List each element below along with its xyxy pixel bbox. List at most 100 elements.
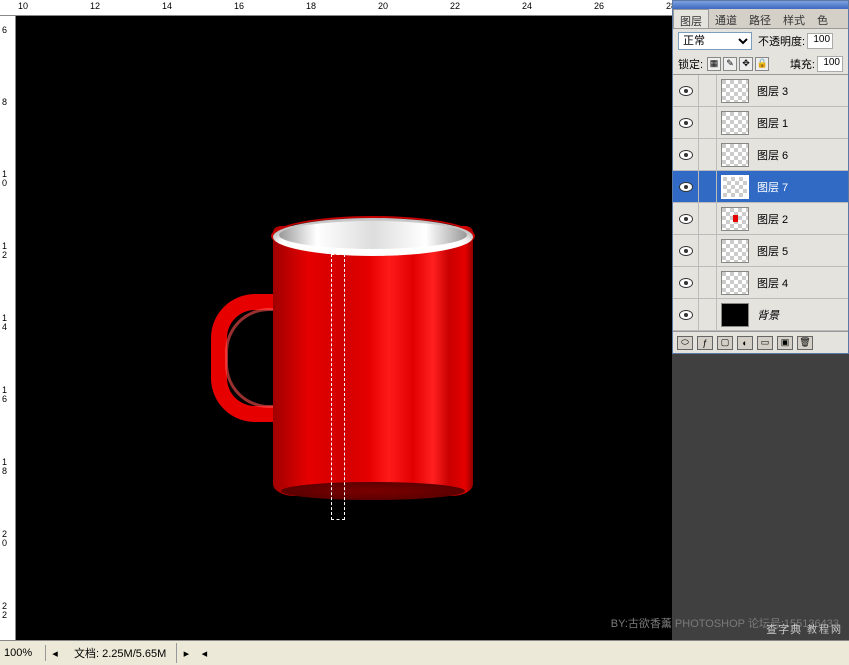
tab-channels[interactable]: 通道 xyxy=(709,9,743,28)
layer-name[interactable]: 图层 2 xyxy=(757,211,788,227)
document-info[interactable]: 文档: 2.25M/5.65M xyxy=(64,643,177,663)
layer-name[interactable]: 图层 7 xyxy=(757,179,788,195)
visibility-toggle[interactable] xyxy=(673,107,699,138)
eye-icon xyxy=(679,278,693,288)
link-column[interactable] xyxy=(699,171,717,202)
layer-row[interactable]: 图层 2 xyxy=(673,203,848,235)
layer-row[interactable]: 图层 5 xyxy=(673,235,848,267)
tab-styles[interactable]: 样式 xyxy=(777,9,811,28)
lock-brush-icon[interactable]: ✎ xyxy=(723,57,737,71)
layer-name[interactable]: 图层 1 xyxy=(757,115,788,131)
marquee-selection[interactable] xyxy=(331,254,345,520)
opacity-value[interactable]: 100 xyxy=(807,33,833,49)
visibility-toggle[interactable] xyxy=(673,171,699,202)
layer-row[interactable]: 图层 3 xyxy=(673,75,848,107)
layer-mask-icon[interactable]: ▢ xyxy=(717,336,733,350)
layer-thumbnail[interactable] xyxy=(721,239,749,263)
layer-thumbnail[interactable] xyxy=(721,175,749,199)
ruler-top-number: 16 xyxy=(234,1,244,11)
lock-move-icon[interactable]: ✥ xyxy=(739,57,753,71)
eye-icon xyxy=(679,86,693,96)
ruler-top-number: 12 xyxy=(90,1,100,11)
layer-thumbnail[interactable] xyxy=(721,303,749,327)
layer-name[interactable]: 图层 6 xyxy=(757,147,788,163)
new-layer-icon[interactable]: ▣ xyxy=(777,336,793,350)
tab-layers[interactable]: 图层 xyxy=(673,9,709,28)
ruler-horizontal: 10121416182022242628 xyxy=(0,0,672,16)
ruler-left-number: 22 xyxy=(2,602,7,620)
layer-list: 图层 3 图层 1 图层 6 图层 7 图层 2 图层 5 图层 4 背景 xyxy=(673,75,848,331)
tab-colors[interactable]: 色 xyxy=(811,9,834,28)
eye-icon xyxy=(679,118,693,128)
eye-icon xyxy=(679,214,693,224)
layer-name[interactable]: 背景 xyxy=(757,307,779,323)
doc-label: 文档: xyxy=(74,648,99,660)
ruler-top-number: 22 xyxy=(450,1,460,11)
layer-name[interactable]: 图层 3 xyxy=(757,83,788,99)
watermark: 查字典 教程网 xyxy=(766,620,843,637)
ruler-left-number: 20 xyxy=(2,530,7,548)
canvas[interactable] xyxy=(16,16,672,640)
layer-style-icon[interactable]: ƒ xyxy=(697,336,713,350)
status-play-icon[interactable]: ▸ xyxy=(179,646,193,660)
visibility-toggle[interactable] xyxy=(673,203,699,234)
ruler-top-number: 24 xyxy=(522,1,532,11)
layer-thumbnail[interactable] xyxy=(721,111,749,135)
visibility-toggle[interactable] xyxy=(673,299,699,330)
adjustment-layer-icon[interactable]: ◐ xyxy=(737,336,753,350)
layers-panel: 图层 通道 路径 样式 色 正常 不透明度: 100 锁定: ▦ ✎ ✥ 🔒 填… xyxy=(672,0,849,354)
zoom-level[interactable]: 100% xyxy=(0,645,46,661)
layer-thumbnail[interactable] xyxy=(721,79,749,103)
visibility-toggle[interactable] xyxy=(673,139,699,170)
link-column[interactable] xyxy=(699,139,717,170)
eye-icon xyxy=(679,150,693,160)
link-column[interactable] xyxy=(699,203,717,234)
ruler-left-number: 18 xyxy=(2,458,7,476)
panel-footer: ⬭ ƒ ▢ ◐ ▭ ▣ 🗑 xyxy=(673,331,848,353)
visibility-toggle[interactable] xyxy=(673,75,699,106)
fill-value[interactable]: 100 xyxy=(817,56,843,72)
layer-thumbnail[interactable] xyxy=(721,143,749,167)
layer-thumbnail[interactable] xyxy=(721,207,749,231)
ruler-left-number: 14 xyxy=(2,314,7,332)
lock-fill-row: 锁定: ▦ ✎ ✥ 🔒 填充: 100 xyxy=(673,53,848,75)
layer-row[interactable]: 图层 6 xyxy=(673,139,848,171)
layer-row[interactable]: 背景 xyxy=(673,299,848,331)
status-scroll-left2-icon[interactable]: ◂ xyxy=(197,646,211,660)
layer-row[interactable]: 图层 4 xyxy=(673,267,848,299)
lock-label: 锁定: xyxy=(678,56,703,72)
status-bar: 100% ◂ 文档: 2.25M/5.65M ▸ ◂ xyxy=(0,640,849,665)
ruler-left-number: 8 xyxy=(2,98,7,107)
visibility-toggle[interactable] xyxy=(673,267,699,298)
link-column[interactable] xyxy=(699,267,717,298)
tab-paths[interactable]: 路径 xyxy=(743,9,777,28)
lock-transparent-icon[interactable]: ▦ xyxy=(707,57,721,71)
eye-icon xyxy=(679,310,693,320)
opacity-label: 不透明度: xyxy=(758,33,805,49)
panel-titlebar[interactable] xyxy=(673,1,848,9)
lock-all-icon[interactable]: 🔒 xyxy=(755,57,769,71)
layer-name[interactable]: 图层 4 xyxy=(757,275,788,291)
layer-row[interactable]: 图层 1 xyxy=(673,107,848,139)
ruler-top-number: 10 xyxy=(18,1,28,11)
link-layers-icon[interactable]: ⬭ xyxy=(677,336,693,350)
link-column[interactable] xyxy=(699,299,717,330)
visibility-toggle[interactable] xyxy=(673,235,699,266)
ruler-top-number: 18 xyxy=(306,1,316,11)
layer-thumbnail[interactable] xyxy=(721,271,749,295)
new-group-icon[interactable]: ▭ xyxy=(757,336,773,350)
status-scroll-left-icon[interactable]: ◂ xyxy=(48,646,62,660)
layer-row[interactable]: 图层 7 xyxy=(673,171,848,203)
layer-name[interactable]: 图层 5 xyxy=(757,243,788,259)
fill-label: 填充: xyxy=(790,56,815,72)
link-column[interactable] xyxy=(699,107,717,138)
ruler-left-number: 16 xyxy=(2,386,7,404)
watermark-main: 查字典 xyxy=(766,624,802,636)
blend-mode-select[interactable]: 正常 xyxy=(678,32,752,50)
link-column[interactable] xyxy=(699,235,717,266)
eye-icon xyxy=(679,246,693,256)
link-column[interactable] xyxy=(699,75,717,106)
blend-opacity-row: 正常 不透明度: 100 xyxy=(673,29,848,53)
delete-layer-icon[interactable]: 🗑 xyxy=(797,336,813,350)
eye-icon xyxy=(679,182,693,192)
